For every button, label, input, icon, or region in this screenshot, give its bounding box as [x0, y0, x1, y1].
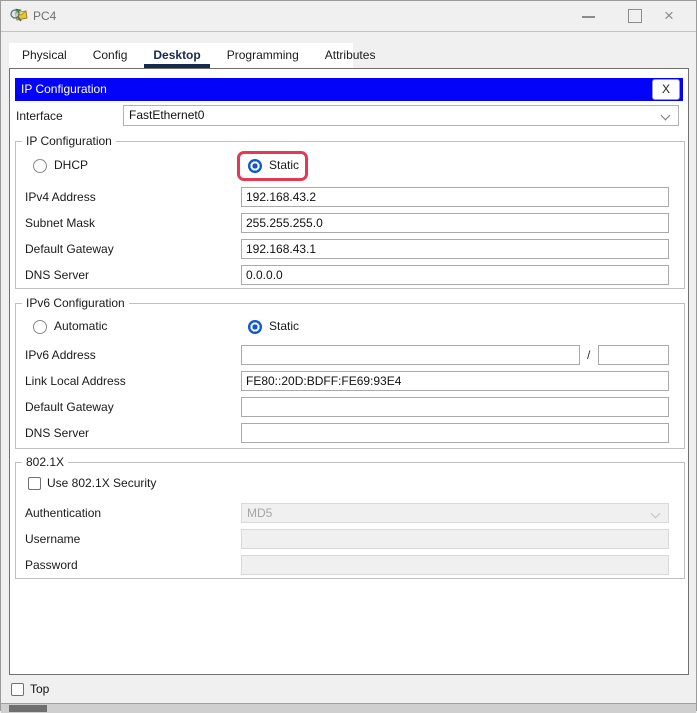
packet-tracer-device-icon — [10, 7, 28, 24]
maximize-button[interactable] — [618, 1, 652, 31]
authentication-selected-value: MD5 — [247, 506, 272, 520]
default-gateway-input[interactable] — [241, 239, 669, 259]
top-checkbox-label[interactable]: Top — [30, 682, 49, 697]
tab-attributes[interactable]: Attributes — [312, 43, 389, 68]
authentication-dropdown: MD5 — [241, 503, 669, 523]
use-8021x-security-label[interactable]: Use 802.1X Security — [47, 476, 156, 492]
ipv6-dns-server-label: DNS Server — [25, 423, 89, 443]
window-title: PC4 — [33, 9, 56, 23]
password-label: Password — [25, 555, 78, 575]
ipv4-address-label: IPv4 Address — [25, 187, 96, 207]
username-label: Username — [25, 529, 80, 549]
desktop-content-panel: IP Configuration X Interface FastEtherne… — [9, 68, 689, 675]
ipv6-static-radio[interactable] — [248, 320, 262, 334]
interface-label: Interface — [16, 106, 63, 127]
tab-config[interactable]: Config — [80, 43, 141, 68]
tab-physical[interactable]: Physical — [9, 43, 80, 68]
dhcp-radio-label[interactable]: DHCP — [54, 158, 88, 174]
dialog-title: IP Configuration — [21, 82, 107, 96]
subnet-mask-label: Subnet Mask — [25, 213, 95, 233]
ipv6-static-radio-label[interactable]: Static — [269, 319, 299, 335]
pc-window: { "window": { "title": "PC4" }, "tabs": … — [0, 0, 697, 711]
8021x-legend: 802.1X — [22, 455, 68, 470]
subnet-mask-input[interactable] — [241, 213, 669, 233]
dialog-close-button[interactable]: X — [652, 79, 680, 100]
link-local-address-input[interactable] — [241, 371, 669, 391]
interface-selected-value: FastEthernet0 — [129, 108, 204, 122]
maximize-icon — [628, 9, 642, 23]
minimize-button[interactable] — [572, 1, 606, 31]
ip-configuration-dialog-header: IP Configuration X — [15, 78, 683, 101]
ipv6-configuration-group: IPv6 Configuration Automatic Static IPv6… — [15, 303, 685, 449]
ipv6-prefix-separator: / — [587, 345, 590, 365]
title-bar: PC4 × — [1, 1, 696, 32]
top-checkbox[interactable] — [11, 683, 24, 696]
dns-server-input[interactable] — [241, 265, 669, 285]
ipv6-configuration-legend: IPv6 Configuration — [22, 296, 129, 311]
dns-server-label: DNS Server — [25, 265, 89, 285]
default-gateway-label: Default Gateway — [25, 239, 114, 259]
ipv6-dns-server-input[interactable] — [241, 423, 669, 443]
8021x-group: 802.1X Use 802.1X Security Authenticatio… — [15, 462, 685, 579]
ipv6-default-gateway-label: Default Gateway — [25, 397, 114, 417]
ip-configuration-legend: IP Configuration — [22, 134, 116, 149]
ipv6-prefix-input[interactable] — [598, 345, 669, 365]
static-radio-label[interactable]: Static — [269, 158, 299, 174]
ip-configuration-group: IP Configuration DHCP Static IPv4 Addres… — [15, 141, 685, 289]
password-input — [241, 555, 669, 575]
link-local-address-label: Link Local Address — [25, 371, 126, 391]
username-input — [241, 529, 669, 549]
ipv4-address-input[interactable] — [241, 187, 669, 207]
ipv6-automatic-radio[interactable] — [33, 320, 47, 334]
interface-dropdown[interactable]: FastEthernet0 — [123, 105, 679, 126]
authentication-label: Authentication — [25, 503, 101, 523]
tab-programming[interactable]: Programming — [214, 43, 312, 68]
ipv6-address-label: IPv6 Address — [25, 345, 96, 365]
tab-bar: Physical Config Desktop Programming Attr… — [9, 43, 353, 68]
minimize-icon — [582, 16, 595, 18]
window-bottom-edge — [1, 703, 696, 713]
ipv6-automatic-radio-label[interactable]: Automatic — [54, 319, 107, 335]
ipv6-default-gateway-input[interactable] — [241, 397, 669, 417]
use-8021x-security-checkbox[interactable] — [28, 477, 41, 490]
chevron-down-icon — [661, 111, 671, 121]
close-window-button[interactable]: × — [656, 1, 690, 31]
ipv6-address-input[interactable] — [241, 345, 580, 365]
chevron-down-icon — [651, 509, 661, 519]
static-radio[interactable] — [248, 159, 262, 173]
close-icon: × — [664, 5, 674, 27]
tab-desktop[interactable]: Desktop — [140, 43, 213, 68]
dhcp-radio[interactable] — [33, 159, 47, 173]
